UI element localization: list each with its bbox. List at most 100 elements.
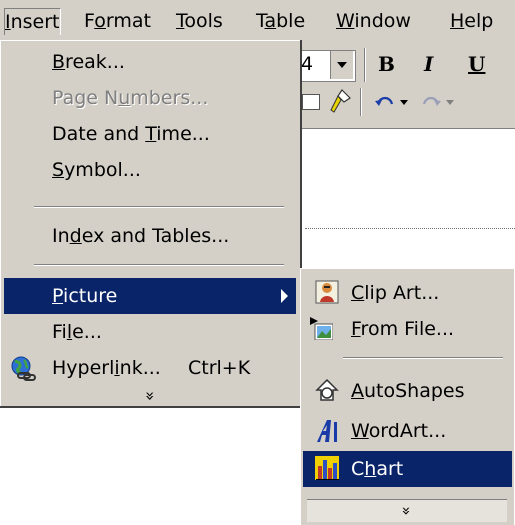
menu-window-accelerator: W — [336, 10, 355, 32]
menu-item-accelerator: T — [145, 123, 157, 145]
menu-bar: Insert Format Tools Table Window Help — [0, 0, 515, 40]
menu-item-label-pre: Page N — [52, 87, 119, 109]
undo-icon[interactable] — [374, 92, 396, 112]
menu-format[interactable]: Format — [84, 8, 151, 34]
clip-art-icon — [315, 280, 339, 304]
menu-window[interactable]: Window — [336, 8, 411, 34]
expand-submenu-glyph: » — [398, 506, 416, 516]
menu-item-label-rest: nk... — [119, 357, 161, 379]
menu-item-picture[interactable]: Picture — [4, 278, 296, 314]
menu-item-label: Index and Tables... — [52, 218, 229, 254]
menu-item-label: Page Numbers... — [52, 80, 208, 116]
submenu-item-accelerator: h — [364, 458, 377, 480]
redo-icon[interactable] — [420, 92, 442, 112]
menu-item-label: Hyperlink... — [52, 350, 161, 386]
print-preview-icon[interactable] — [302, 94, 320, 110]
menu-item-accelerator: B — [52, 51, 66, 73]
submenu-item-label: Clip Art... — [351, 275, 439, 311]
chevron-down-icon — [337, 62, 347, 68]
formatting-toolbar: 4 B I U — [296, 40, 515, 128]
menu-item-label-rest: ymbol... — [64, 159, 141, 181]
menu-item-file[interactable]: File... — [0, 314, 300, 350]
submenu-item-accelerator: C — [351, 282, 365, 304]
submenu-item-clip-art[interactable]: Clip Art... — [303, 275, 512, 311]
menu-item-label-rest: icture — [63, 285, 118, 307]
submenu-item-from-file[interactable]: From File... — [303, 311, 512, 347]
menu-item-break[interactable]: Break... — [0, 44, 300, 80]
menu-item-accelerator: d — [69, 225, 82, 247]
menu-item-label: Break... — [52, 44, 125, 80]
text-boundary — [305, 228, 515, 229]
menu-tools-text: ools — [184, 10, 223, 32]
submenu-item-label-rest: rom File... — [360, 318, 455, 340]
font-size-value: 4 — [301, 53, 314, 75]
menu-separator — [34, 264, 284, 266]
globe-link-icon — [11, 356, 36, 381]
menu-format-text: rmat — [105, 10, 151, 32]
menu-item-hyperlink[interactable]: Hyperlink... Ctrl+K — [0, 350, 300, 386]
menu-item-page-numbers: Page Numbers... — [0, 80, 300, 116]
submenu-item-chart[interactable]: Chart — [303, 451, 512, 487]
menu-item-label-rest: ime... — [156, 123, 210, 145]
menu-item-label: Date and Time... — [52, 116, 210, 152]
redo-dropdown-icon[interactable] — [446, 100, 454, 105]
autoshapes-icon — [315, 378, 339, 401]
menu-insert-text: nsert — [10, 11, 60, 33]
menu-format-text-pre: F — [84, 10, 95, 32]
menu-item-shortcut: Ctrl+K — [188, 357, 251, 379]
wordart-icon — [317, 420, 337, 442]
toolbar-separator-2 — [360, 88, 362, 116]
submenu-item-label: WordArt... — [351, 413, 446, 449]
format-painter-icon[interactable] — [328, 88, 352, 114]
font-size-dropdown-button[interactable] — [330, 51, 353, 79]
menu-item-label: Picture — [52, 278, 117, 314]
underline-button[interactable]: U — [468, 52, 485, 76]
menu-item-label-rest: reak... — [65, 51, 125, 73]
menu-help[interactable]: Help — [450, 8, 493, 34]
submenu-item-wordart[interactable]: WordArt... — [303, 413, 512, 449]
insert-menu: Break... Page Numbers... Date and Time..… — [0, 40, 302, 408]
menu-item-label-rest: mbers... — [130, 87, 209, 109]
submenu-item-label: AutoShapes — [351, 373, 465, 409]
menu-item-label-rest: ex and Tables... — [81, 225, 230, 247]
font-size-combo[interactable]: 4 — [296, 50, 356, 82]
menu-window-text: indow — [354, 10, 411, 32]
menu-item-accelerator: P — [52, 285, 64, 307]
menu-item-accelerator: u — [118, 87, 131, 109]
menu-table-text: ble — [276, 10, 306, 32]
menu-tools[interactable]: Tools — [176, 8, 223, 34]
italic-button[interactable]: I — [424, 52, 433, 76]
submenu-item-label-rest: ordArt... — [368, 420, 447, 442]
submenu-item-autoshapes[interactable]: AutoShapes — [303, 373, 512, 409]
submenu-item-label-rest: lip Art... — [364, 282, 440, 304]
menu-help-text: elp — [464, 10, 494, 32]
menu-item-date-and-time[interactable]: Date and Time... — [0, 116, 300, 152]
menu-item-symbol[interactable]: Symbol... — [0, 152, 300, 188]
menu-item-label: File... — [52, 314, 102, 350]
expand-submenu-chevron-icon[interactable]: » — [307, 499, 507, 522]
menu-item-label-pre: Hyperl — [52, 357, 115, 379]
menu-item-index-and-tables[interactable]: Index and Tables... — [0, 218, 300, 254]
bold-button[interactable]: B — [378, 52, 395, 76]
menu-item-label-pre: Fi — [52, 321, 67, 343]
menu-item-label-pre: Date and — [52, 123, 146, 145]
toolbar-separator — [364, 48, 366, 82]
undo-dropdown-icon[interactable] — [400, 100, 408, 105]
document-area — [300, 128, 515, 279]
submenu-separator — [343, 357, 503, 359]
from-file-icon — [310, 317, 333, 340]
menu-separator — [34, 206, 284, 208]
menu-item-label: Symbol... — [52, 152, 141, 188]
chart-icon — [315, 456, 339, 480]
menu-item-accelerator: S — [52, 159, 65, 181]
expand-menu-chevron-icon[interactable]: » — [140, 386, 160, 406]
menu-item-label-pre: In — [52, 225, 70, 247]
menu-table[interactable]: Table — [256, 8, 305, 34]
submenu-item-accelerator: A — [351, 380, 364, 402]
menu-insert[interactable]: Insert — [4, 8, 61, 35]
submenu-item-label-rest: art — [376, 458, 404, 480]
submenu-item-label-rest: utoShapes — [364, 380, 465, 402]
submenu-item-accelerator: W — [351, 420, 369, 442]
submenu-arrow-icon — [281, 289, 288, 303]
submenu-item-label: From File... — [351, 311, 454, 347]
